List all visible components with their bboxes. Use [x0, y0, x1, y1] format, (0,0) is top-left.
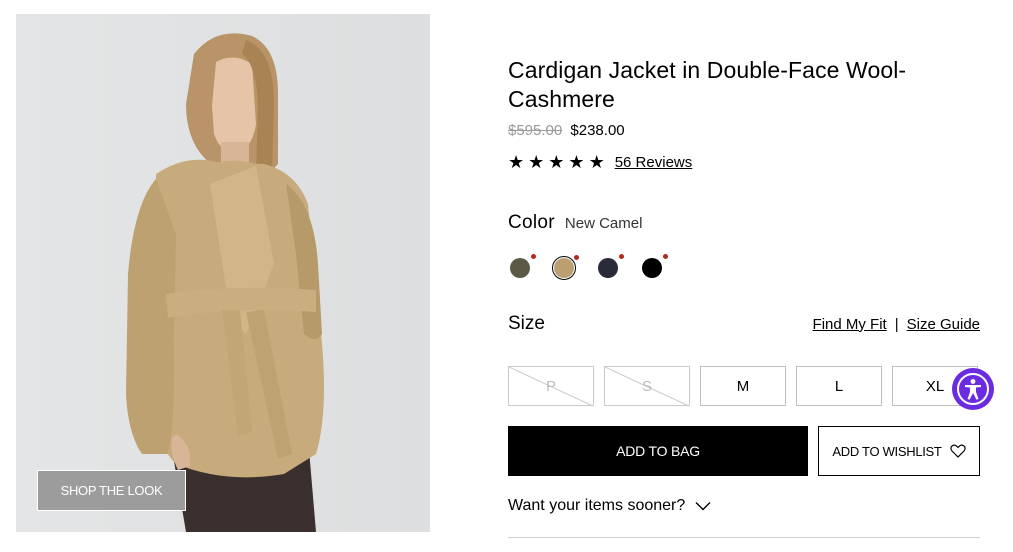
swatch-color — [598, 258, 618, 278]
find-my-fit-link[interactable]: Find My Fit — [813, 316, 887, 333]
add-to-bag-button[interactable]: ADD TO BAG — [508, 426, 808, 476]
shop-the-look-button[interactable]: SHOP THE LOOK — [37, 470, 186, 511]
product-title: Cardigan Jacket in Double-Face Wool-Cash… — [508, 57, 907, 112]
color-swatch-black[interactable] — [640, 254, 668, 280]
star-rating: ★ ★ ★ ★ ★ — [508, 152, 605, 172]
size-links-separator: | — [894, 315, 899, 333]
heart-icon — [949, 444, 966, 458]
size-option-label: M — [736, 377, 750, 395]
size-option-l[interactable]: L — [796, 366, 882, 406]
size-option-label: XL — [925, 377, 945, 395]
star-icon: ★ — [508, 152, 525, 172]
divider — [508, 537, 980, 538]
size-option-s[interactable]: S — [604, 366, 690, 406]
star-icon: ★ — [548, 152, 565, 172]
swatch-color — [554, 258, 574, 278]
color-swatch-new-camel[interactable] — [552, 255, 579, 280]
size-option-label: L — [834, 377, 844, 395]
sale-indicator-dot — [574, 255, 579, 260]
sale-indicator-dot — [531, 254, 536, 259]
size-option-label: P — [545, 377, 556, 395]
star-icon: ★ — [568, 152, 585, 172]
color-swatches — [508, 254, 668, 280]
size-option-p[interactable]: P — [508, 366, 594, 406]
chevron-down-icon — [695, 502, 711, 511]
size-options: P S M L XL — [508, 366, 978, 406]
accessibility-icon — [957, 373, 989, 405]
size-row: Size Find My Fit | Size Guide — [508, 313, 980, 335]
size-option-label: S — [641, 377, 652, 395]
color-swatch-navy[interactable] — [596, 254, 624, 280]
sale-indicator-dot — [663, 254, 668, 259]
rating-row: ★ ★ ★ ★ ★ 56 Reviews — [508, 152, 692, 172]
color-swatch-olive[interactable] — [508, 254, 536, 280]
size-option-m[interactable]: M — [700, 366, 786, 406]
add-to-wishlist-label: ADD TO WISHLIST — [832, 443, 942, 459]
model-photo-illustration — [126, 33, 324, 532]
size-links: Find My Fit | Size Guide — [813, 316, 980, 333]
swatch-color — [510, 258, 530, 278]
color-row: Color New Camel — [508, 212, 642, 234]
color-label: Color — [508, 212, 555, 233]
swatch-color — [642, 258, 662, 278]
reviews-link[interactable]: 56 Reviews — [615, 154, 693, 171]
add-to-wishlist-button[interactable]: ADD TO WISHLIST — [818, 426, 980, 476]
product-image[interactable]: SHOP THE LOOK — [16, 14, 430, 532]
selected-color-name: New Camel — [564, 215, 643, 232]
size-guide-link[interactable]: Size Guide — [907, 316, 980, 333]
delivery-options-toggle[interactable]: Want your items sooner? — [508, 497, 980, 515]
size-label: Size — [508, 313, 545, 334]
star-icon: ★ — [588, 152, 605, 172]
star-icon: ★ — [528, 152, 545, 172]
price-row: $595.00 $238.00 — [508, 122, 625, 139]
sale-price: $238.00 — [570, 122, 625, 139]
sale-indicator-dot — [619, 254, 624, 259]
original-price: $595.00 — [508, 122, 563, 139]
accessibility-button[interactable] — [952, 368, 994, 410]
delivery-label: Want your items sooner? — [508, 497, 686, 514]
